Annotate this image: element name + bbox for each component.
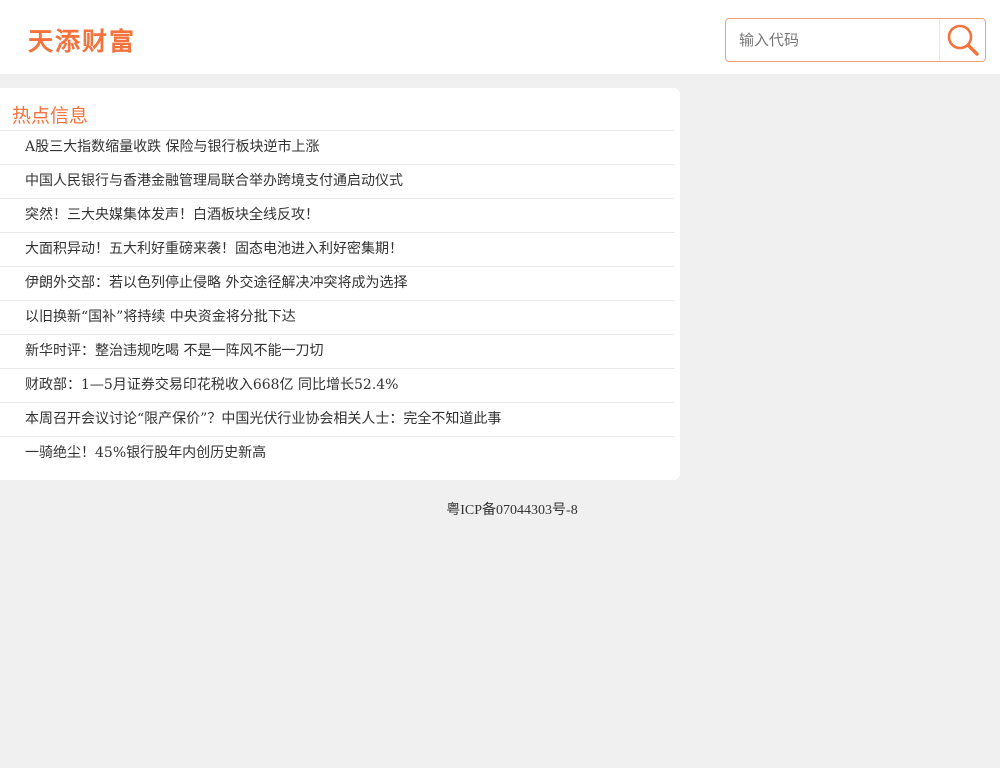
news-item[interactable]: A股三大指数缩量收跌 保险与银行板块逆市上涨 bbox=[0, 130, 674, 164]
news-item[interactable]: 以旧换新“国补”将持续 中央资金将分批下达 bbox=[0, 300, 674, 334]
header: 天添财富 bbox=[0, 0, 1000, 74]
icp-footer[interactable]: 粤ICP备07044303号-8 bbox=[0, 499, 1000, 519]
stock-code-input[interactable] bbox=[727, 20, 939, 60]
search-icon bbox=[947, 24, 979, 56]
hot-news-panel: 热点信息 A股三大指数缩量收跌 保险与银行板块逆市上涨 中国人民银行与香港金融管… bbox=[0, 88, 680, 480]
news-list: A股三大指数缩量收跌 保险与银行板块逆市上涨 中国人民银行与香港金融管理局联合举… bbox=[0, 130, 674, 470]
news-item[interactable]: 中国人民银行与香港金融管理局联合举办跨境支付通启动仪式 bbox=[0, 164, 674, 198]
news-item[interactable]: 大面积异动！五大利好重磅来袭！固态电池进入利好密集期！ bbox=[0, 232, 674, 266]
news-item[interactable]: 本周召开会议讨论“限产保价”？中国光伏行业协会相关人士：完全不知道此事 bbox=[0, 402, 674, 436]
search-button[interactable] bbox=[939, 19, 985, 61]
panel-title: 热点信息 bbox=[12, 105, 89, 127]
news-item[interactable]: 新华时评：整治违规吃喝 不是一阵风不能一刀切 bbox=[0, 334, 674, 368]
news-item[interactable]: 伊朗外交部：若以色列停止侵略 外交途径解决冲突将成为选择 bbox=[0, 266, 674, 300]
news-item[interactable]: 突然！三大央媒集体发声！白酒板块全线反攻！ bbox=[0, 198, 674, 232]
site-logo[interactable]: 天添财富 bbox=[28, 22, 136, 58]
news-item[interactable]: 财政部：1—5月证券交易印花税收入668亿 同比增长52.4% bbox=[0, 368, 674, 402]
news-item[interactable]: 一骑绝尘！45%银行股年内创历史新高 bbox=[0, 436, 674, 470]
search-box bbox=[725, 18, 986, 62]
